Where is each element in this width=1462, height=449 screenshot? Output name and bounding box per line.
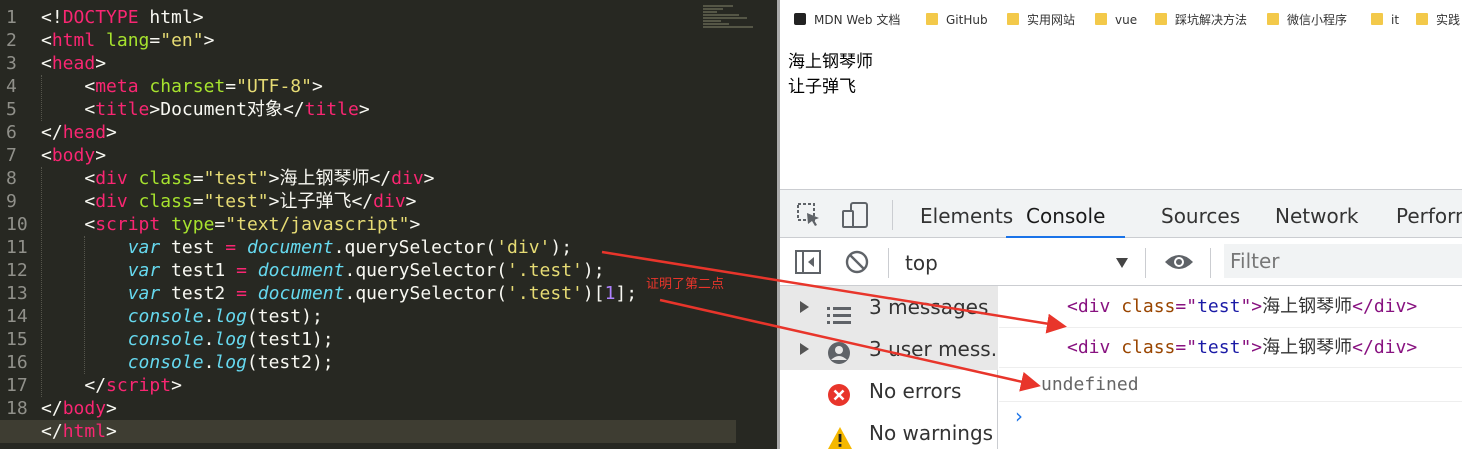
line-number: 10 — [6, 214, 28, 235]
annotation-label: 证明了第二点 — [646, 277, 725, 292]
rendered-page: 海上钢琴师 让子弹飞 — [788, 50, 873, 100]
folder-icon — [926, 13, 938, 25]
bookmark-mdn[interactable]: MDN Web 文档 — [794, 10, 900, 30]
devtools-tabbar: Elements Console Sources Network Perform — [780, 189, 1462, 238]
line-number: 5 — [6, 99, 17, 120]
chevron-down-icon[interactable] — [1116, 258, 1128, 268]
line-number: 4 — [6, 76, 17, 97]
bookmark-useful-sites[interactable]: 实用网站 — [1007, 10, 1075, 30]
line-number: 18 — [6, 398, 28, 419]
sidebar-item-warnings[interactable]: No warnings — [780, 412, 998, 449]
code-line-8: <div class="test">海上钢琴师</div> — [84, 168, 435, 189]
code-line-17: </script> — [84, 375, 182, 396]
code-line-14: console.log(test); — [127, 306, 323, 327]
console-sidebar: 3 messages 3 user mess... No errors No w… — [780, 286, 1010, 449]
line-number: 1 — [6, 7, 17, 28]
devtools-panel: Elements Console Sources Network Perform… — [780, 189, 1462, 449]
code-line-13: var test2 = document.querySelector('.tes… — [127, 283, 638, 304]
folder-icon — [1371, 13, 1383, 25]
code-line-3: <head> — [41, 53, 107, 74]
console-message-undefined[interactable]: undefined — [999, 368, 1462, 402]
eye-icon[interactable] — [1163, 250, 1195, 274]
tab-elements[interactable]: Elements — [920, 190, 1013, 238]
line-number: 3 — [6, 53, 17, 74]
bookmark-it[interactable]: it — [1371, 10, 1399, 30]
bookmarks-bar: MDN Web 文档 GitHub 实用网站 vue 踩坑解决方法 微信小程序 … — [780, 0, 1462, 40]
code-line-6: </head> — [41, 122, 117, 143]
folder-icon — [1155, 13, 1167, 25]
bookmark-github[interactable]: GitHub — [926, 10, 988, 30]
toolbar-divider — [892, 200, 893, 230]
code-line-16: console.log(test2); — [127, 352, 334, 373]
bookmark-pitfall-fixes[interactable]: 踩坑解决方法 — [1155, 10, 1247, 30]
expand-arrow-icon — [800, 343, 809, 355]
folder-icon — [1416, 13, 1428, 25]
tab-performance[interactable]: Perform — [1396, 190, 1462, 238]
bookmark-wechat-miniprogram[interactable]: 微信小程序 — [1267, 10, 1347, 30]
line-number: 6 — [6, 122, 17, 143]
code-line-2: <html lang="en"> — [41, 30, 215, 51]
code-line-12: var test1 = document.querySelector('.tes… — [127, 260, 605, 281]
filter-input[interactable] — [1224, 244, 1462, 278]
code-line-19: </html> — [0, 420, 736, 443]
code-editor[interactable]: 1 2 3 4 5 6 7 8 9 10 11 12 13 14 15 16 1… — [0, 0, 777, 449]
expand-arrow-icon — [800, 301, 809, 313]
code-text[interactable]: <!DOCTYPE html> <html lang="en"> <head> … — [0, 6, 736, 443]
context-selector[interactable]: top — [905, 248, 938, 278]
console-output[interactable]: <div class="test">海上钢琴师</div> <div class… — [999, 286, 1462, 449]
page-div-1: 海上钢琴师 — [788, 52, 873, 72]
code-line-18: </body> — [41, 398, 117, 419]
bookmark-vue[interactable]: vue — [1095, 10, 1137, 30]
error-icon — [827, 379, 851, 406]
bookmark-practice[interactable]: 实践 — [1416, 10, 1460, 30]
tab-console[interactable]: Console — [1006, 190, 1126, 238]
console-message[interactable]: <div class="test">海上钢琴师</div> — [999, 286, 1462, 328]
page-div-2: 让子弹飞 — [788, 77, 856, 97]
code-line-1: <!DOCTYPE html> — [41, 7, 204, 28]
code-line-15: console.log(test1); — [127, 329, 334, 350]
clear-console-icon[interactable] — [844, 249, 870, 275]
code-line-4: <meta charset="UTF-8"> — [84, 76, 323, 97]
code-line-11: var test = document.querySelector('div')… — [127, 237, 573, 258]
code-line-7: <body> — [41, 145, 107, 166]
user-icon — [827, 337, 851, 364]
toolbar-divider — [1145, 248, 1146, 278]
line-number: 16 — [6, 352, 28, 373]
line-number: 15 — [6, 329, 28, 350]
console-message[interactable]: <div class="test">海上钢琴师</div> — [999, 328, 1462, 368]
line-number: 7 — [6, 145, 17, 166]
sidebar-toggle-icon[interactable] — [794, 249, 822, 275]
mdn-icon — [794, 13, 806, 25]
warning-icon — [827, 422, 853, 449]
line-number: 2 — [6, 30, 17, 51]
code-line-9: <div class="test">让子弹飞</div> — [84, 191, 417, 212]
code-line-10: <script type="text/javascript"> — [84, 214, 421, 235]
inspect-element-icon[interactable] — [796, 202, 822, 228]
line-number: 12 — [6, 260, 28, 281]
folder-icon — [1267, 13, 1279, 25]
tab-sources[interactable]: Sources — [1161, 190, 1240, 238]
line-number: 14 — [6, 306, 28, 327]
sidebar-item-errors[interactable]: No errors — [780, 370, 998, 412]
line-number: 13 — [6, 283, 28, 304]
console-prompt[interactable]: › — [1015, 404, 1023, 428]
folder-icon — [1007, 13, 1019, 25]
line-number: 11 — [6, 237, 28, 258]
tab-network[interactable]: Network — [1275, 190, 1359, 238]
sidebar-item-user-messages[interactable]: 3 user mess... — [780, 328, 1010, 370]
console-toolbar: top — [780, 238, 1462, 286]
sidebar-item-messages[interactable]: 3 messages — [780, 286, 998, 328]
toolbar-divider — [1210, 248, 1211, 278]
line-number: 9 — [6, 191, 17, 212]
list-icon — [827, 297, 851, 324]
folder-icon — [1095, 13, 1107, 25]
browser-window: MDN Web 文档 GitHub 实用网站 vue 踩坑解决方法 微信小程序 … — [780, 0, 1462, 449]
line-number: 8 — [6, 168, 17, 189]
line-number-gutter: 1 2 3 4 5 6 7 8 9 10 11 12 13 14 15 16 1… — [0, 0, 34, 449]
toolbar-divider — [888, 248, 889, 278]
device-toolbar-icon[interactable] — [840, 201, 870, 229]
line-number: 17 — [6, 375, 28, 396]
code-line-5: <title>Document对象</title> — [84, 99, 370, 120]
